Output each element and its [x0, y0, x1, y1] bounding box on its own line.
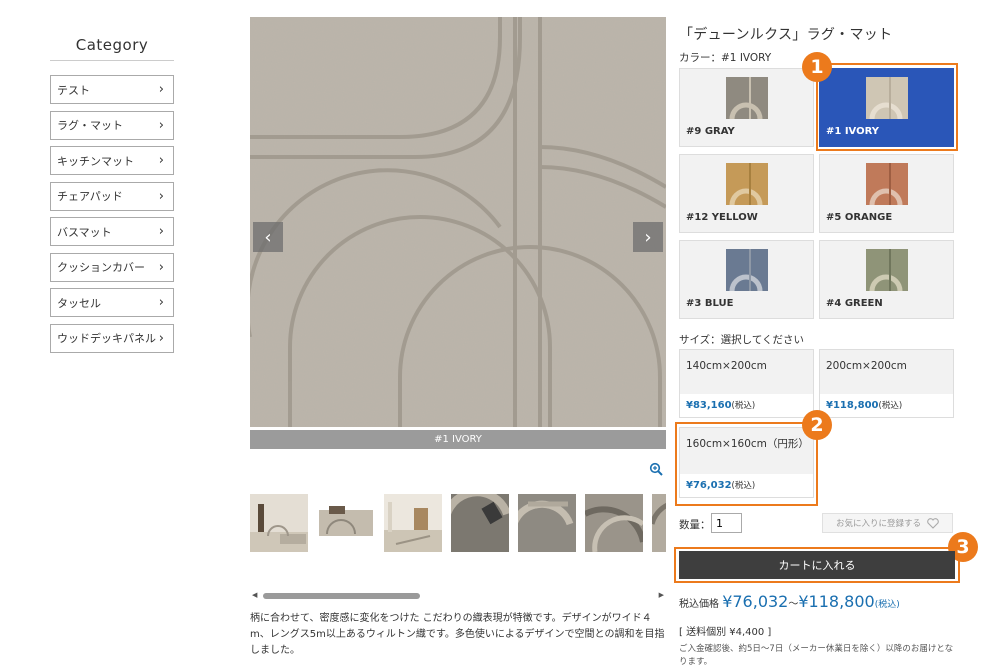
size-option-200x200[interactable]: 200cm×200cm ¥118,800(税込) — [819, 349, 954, 418]
tax-note: (税込) — [874, 600, 900, 610]
product-description: 柄に合わせて、密度感に変化をつけた こだわりの織表現が特徴です。デザインがワイド… — [250, 613, 665, 656]
tax-note: (税込) — [878, 401, 903, 411]
category-title: Category — [50, 36, 174, 61]
color-swatch-green[interactable]: #4 GREEN — [819, 240, 954, 319]
category-item-label: キッチンマット — [57, 154, 134, 168]
thumbnail-strip[interactable] — [250, 494, 666, 556]
color-swatch-blue[interactable]: #3 BLUE — [679, 240, 814, 319]
zoom-in-icon[interactable] — [649, 461, 663, 476]
color-swatch-yellow[interactable]: #12 YELLOW — [679, 154, 814, 233]
size-price: ¥118,800(税込) — [820, 394, 953, 417]
scroll-right-icon[interactable]: ▶ — [659, 591, 664, 599]
category-item-label: ラグ・マット — [57, 119, 123, 132]
favorite-label: お気に入りに登録する — [835, 519, 921, 529]
size-label: サイズ：選択してください — [679, 334, 805, 346]
swatch-label: #3 BLUE — [686, 298, 734, 309]
category-item-label: ウッドデッキパネル — [57, 332, 156, 345]
price-value: ¥118,800 — [826, 400, 879, 411]
chevron-left-icon: ‹ — [264, 226, 272, 248]
thumbnail-5[interactable] — [518, 494, 576, 552]
chevron-right-icon: › — [158, 330, 164, 346]
color-swatch-gray[interactable]: #9 GRAY — [679, 68, 814, 147]
category-list: テスト › ラグ・マット › キッチンマット › チェアパッド › バスマット › クッシ… — [50, 75, 174, 353]
main-product-image[interactable]: ‹ › — [250, 17, 666, 427]
chevron-right-icon: › — [158, 82, 164, 97]
swatch-label: #9 GRAY — [686, 126, 735, 137]
thumbnail-3[interactable] — [384, 494, 442, 552]
category-item-label: チェアパッド — [57, 190, 123, 203]
thumbnail-scrollbar[interactable]: ◀ ▶ — [250, 591, 666, 601]
chevron-right-icon: › — [158, 188, 164, 204]
category-sidebar: Category テスト › ラグ・マット › キッチンマット › チェアパッド › バ… — [50, 36, 174, 359]
step-badge-2: 2 — [802, 410, 832, 440]
category-item-label: クッションカバー — [57, 261, 145, 274]
quantity-label: 数量： — [679, 519, 711, 531]
size-name: 140cm×200cm — [680, 350, 813, 394]
swatch-label: #4 GREEN — [826, 298, 883, 309]
category-item-cushion-cover[interactable]: クッションカバー › — [50, 252, 174, 282]
thumbnail-7[interactable] — [652, 494, 666, 552]
shipping-fee: [ 送料個別 ¥4,400 ] — [679, 627, 772, 638]
chevron-right-icon: › — [644, 226, 652, 248]
category-item-kitchen-mat[interactable]: キッチンマット › — [50, 146, 174, 175]
delivery-note: ご入金確認後、約5日～7日（メーカー休業日を除く）以降のお届けとなります。 — [679, 644, 954, 667]
rug-thumbnail — [866, 249, 908, 291]
thumbnail-1[interactable] — [250, 494, 308, 552]
add-to-cart-button[interactable]: カートに入れる — [679, 551, 955, 579]
gallery-prev-button[interactable]: ‹ — [253, 222, 283, 252]
category-item-label: タッセル — [57, 296, 101, 310]
step-badge-1: 1 — [802, 52, 832, 82]
category-item-label: バスマット — [57, 225, 112, 239]
chevron-right-icon: › — [158, 259, 164, 275]
category-item-rug-mat[interactable]: ラグ・マット › — [50, 110, 174, 140]
price-prefix: 税込価格 — [679, 599, 719, 610]
color-swatch-orange[interactable]: #5 ORANGE — [819, 154, 954, 233]
rug-thumbnail — [866, 163, 908, 205]
chevron-right-icon: › — [158, 224, 164, 239]
heart-icon — [927, 517, 939, 529]
category-item-chair-pad[interactable]: チェアパッド › — [50, 181, 174, 211]
thumbnail-6[interactable] — [585, 494, 643, 552]
size-option-140x200[interactable]: 140cm×200cm ¥83,160(税込) — [679, 349, 814, 418]
quantity-input[interactable] — [711, 513, 742, 533]
category-item-tassel[interactable]: タッセル › — [50, 288, 174, 317]
price-min: ¥76,032 — [722, 592, 789, 611]
size-name: 200cm×200cm — [820, 350, 953, 394]
swatch-label: #5 ORANGE — [826, 212, 893, 223]
price-separator: ～ — [788, 599, 799, 610]
category-item-bath-mat[interactable]: バスマット › — [50, 217, 174, 246]
category-item-wood-deck-panel[interactable]: ウッドデッキパネル › — [50, 323, 174, 353]
rug-pattern-image — [250, 17, 666, 427]
highlight-box-color — [816, 63, 958, 151]
scroll-left-icon[interactable]: ◀ — [252, 591, 257, 599]
chevron-right-icon: › — [158, 117, 164, 133]
favorite-button[interactable]: お気に入りに登録する — [822, 513, 953, 533]
chevron-right-icon: › — [158, 153, 164, 168]
rug-thumbnail — [726, 77, 768, 119]
price-max: ¥118,800 — [798, 592, 875, 611]
chevron-right-icon: › — [158, 295, 164, 310]
price-value: ¥83,160 — [686, 400, 732, 411]
highlight-box-size — [675, 422, 818, 506]
scrollbar-thumb[interactable] — [263, 593, 420, 599]
category-item-test[interactable]: テスト › — [50, 75, 174, 104]
image-caption: #1 IVORY — [250, 430, 666, 449]
product-title: 「デューンルクス」ラグ・マット — [679, 27, 893, 43]
color-label: カラー：#1 IVORY — [679, 52, 772, 64]
thumbnail-2[interactable] — [317, 494, 375, 552]
rug-thumbnail — [726, 249, 768, 291]
tax-note: (税込) — [731, 401, 756, 411]
size-price: ¥83,160(税込) — [680, 394, 813, 417]
swatch-label: #12 YELLOW — [686, 212, 758, 223]
gallery-next-button[interactable]: › — [633, 222, 663, 252]
category-item-label: テスト — [57, 83, 90, 97]
thumbnail-4[interactable] — [451, 494, 509, 552]
rug-thumbnail — [726, 163, 768, 205]
price-range: 税込価格 ¥76,032～¥118,800(税込) — [679, 592, 900, 611]
